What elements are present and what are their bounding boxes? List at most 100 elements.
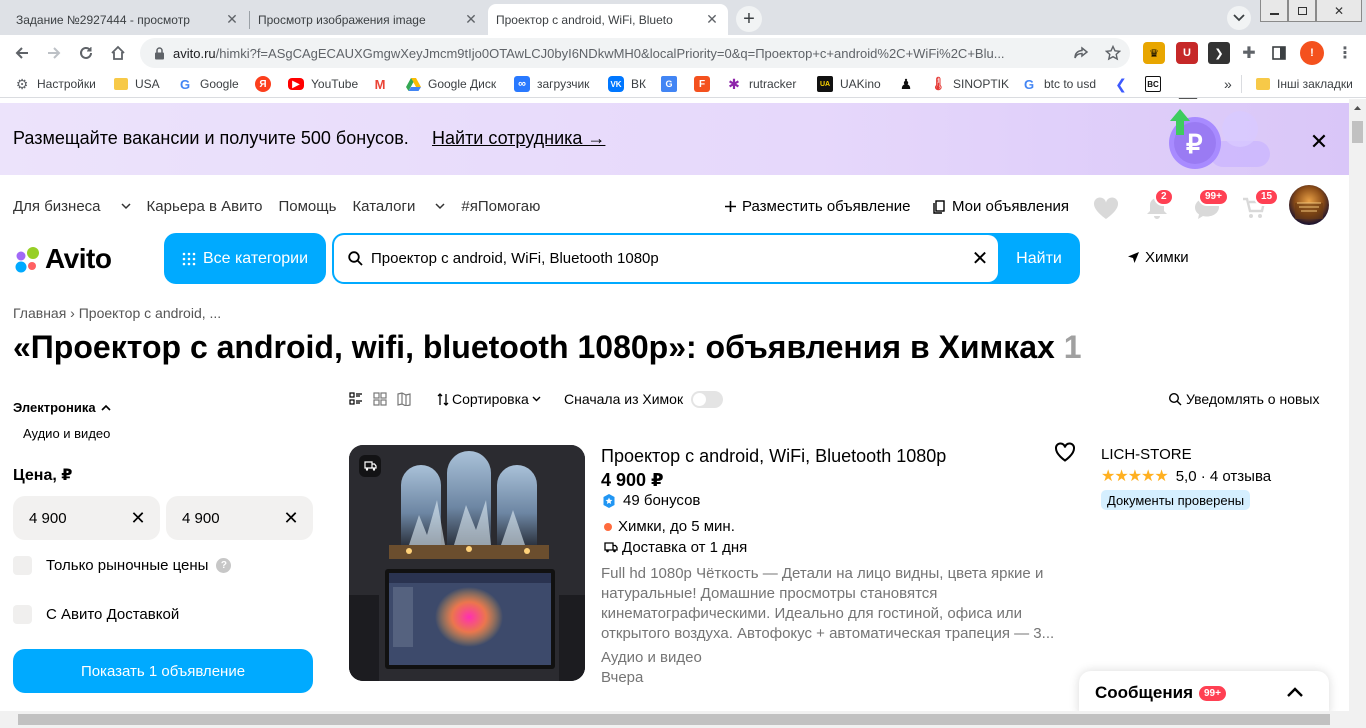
extension-2-icon[interactable]: U — [1176, 42, 1198, 64]
bookmark-youtube[interactable]: ▶ YouTube — [288, 75, 358, 93]
user-avatar[interactable] — [1289, 185, 1329, 225]
tab-search-button[interactable] — [1227, 6, 1251, 30]
find-employee-link[interactable]: Найти сотрудника → — [432, 128, 605, 149]
list-view-icon[interactable] — [349, 392, 363, 406]
messages-widget[interactable]: Сообщения 99+ — [1079, 671, 1329, 711]
vertical-scrollbar[interactable] — [1349, 99, 1366, 711]
horizontal-scrollbar[interactable] — [0, 711, 1366, 728]
price-to-field[interactable]: ✕ — [166, 496, 313, 540]
sort-dropdown[interactable]: Сортировка — [437, 389, 541, 409]
bookmark-gmail[interactable]: M — [372, 75, 395, 93]
bookmark-vk[interactable]: VK ВК — [608, 75, 646, 93]
bookmark-f[interactable]: F — [694, 75, 717, 93]
bookmark-btc-to-usd[interactable]: Gbtc to usd — [1021, 75, 1096, 93]
back-button[interactable] — [8, 39, 36, 67]
post-ad-button[interactable]: Разместить объявление — [724, 198, 910, 215]
close-tab-icon[interactable]: ✕ — [463, 11, 479, 28]
filter-category-electronics[interactable]: Электроника — [13, 400, 111, 415]
favorites-button[interactable] — [1091, 193, 1121, 223]
avito-delivery-checkbox[interactable]: С Авито Доставкой — [13, 605, 179, 624]
all-categories-button[interactable]: Все категории — [164, 233, 326, 284]
nav-i-help[interactable]: #яПомогаю — [461, 198, 540, 215]
location-selector[interactable]: Химки — [1127, 249, 1189, 266]
grid-view-icon[interactable] — [373, 392, 387, 406]
minimize-button[interactable] — [1260, 0, 1288, 22]
my-ads-button[interactable]: Мои объявления — [933, 198, 1069, 215]
checkbox-box[interactable] — [13, 556, 32, 575]
bookmark-google[interactable]: G Google — [177, 75, 239, 93]
clear-price-from-icon[interactable]: ✕ — [128, 508, 148, 528]
bookmark-yandex[interactable]: Я — [255, 75, 278, 93]
browser-tab-3-active[interactable]: Проектор с android, WiFi, Blueto ✕ — [488, 4, 728, 35]
breadcrumb[interactable]: Главная › Проектор с android, ... — [13, 305, 221, 321]
bookmark-blue[interactable]: ❮ — [1113, 75, 1136, 93]
bookmark-translate[interactable]: G — [661, 75, 684, 93]
restore-icon — [1297, 6, 1307, 15]
market-price-checkbox[interactable]: Только рыночные цены ? — [13, 556, 232, 575]
first-from-khimki-toggle-row[interactable]: Сначала из Химок — [564, 389, 724, 409]
close-tab-icon[interactable]: ✕ — [224, 11, 240, 28]
browser-tab-1[interactable]: SP Задание №2927444 - просмотр ✕ — [8, 4, 248, 35]
first-from-khimki-toggle[interactable] — [691, 390, 724, 408]
share-icon[interactable] — [1066, 45, 1096, 61]
chevron-down-icon — [532, 396, 541, 402]
close-banner-button[interactable]: ✕ — [1306, 129, 1332, 155]
filter-subcategory-audio-video[interactable]: Аудио и видео — [23, 426, 110, 441]
nav-for-business[interactable]: Для бизнеса — [13, 198, 131, 215]
listing-photo[interactable] — [349, 445, 585, 681]
home-button[interactable] — [104, 39, 132, 67]
nav-catalogs[interactable]: Каталоги — [352, 198, 445, 215]
nav-career[interactable]: Карьера в Авито — [147, 198, 263, 215]
profile-avatar[interactable]: ! — [1300, 41, 1324, 65]
browser-tab-2[interactable]: Просмотр изображения image ✕ — [250, 4, 487, 35]
horizontal-scroll-thumb[interactable] — [18, 714, 1330, 725]
messages-widget-label: Сообщения — [1095, 683, 1193, 702]
checkbox-box[interactable] — [13, 605, 32, 624]
close-window-button[interactable]: ✕ — [1316, 0, 1362, 22]
browser-menu-icon[interactable]: ⋮ — [1334, 42, 1356, 64]
reload-button[interactable] — [72, 39, 100, 67]
search-input[interactable] — [371, 250, 962, 267]
seller-rating[interactable]: ★★★★★ 5,0 · 4 отзыва — [1101, 466, 1271, 486]
bookmark-chess[interactable]: ♟ — [898, 75, 921, 93]
restore-button[interactable] — [1288, 0, 1316, 22]
vertical-scroll-thumb[interactable] — [1352, 121, 1363, 143]
close-tab-icon[interactable]: ✕ — [704, 11, 720, 28]
nav-help[interactable]: Помощь — [279, 198, 337, 215]
bookmark-uakino[interactable]: UA UAKino — [817, 75, 881, 93]
address-bar[interactable]: avito.ru/himki?f=ASgCAgECAUXGmgwXeyJmcm9… — [140, 38, 1130, 68]
bookmark-settings[interactable]: ⚙ Настройки — [14, 75, 96, 93]
view-mode-switcher — [349, 389, 411, 409]
seller-name[interactable]: LICH-STORE — [1101, 446, 1192, 463]
clear-price-to-icon[interactable]: ✕ — [281, 508, 301, 528]
other-bookmarks-folder[interactable]: Інші закладки — [1256, 75, 1353, 93]
extension-1-icon[interactable]: ♛ — [1143, 42, 1165, 64]
notify-new-button[interactable]: Уведомлять о новых — [1168, 389, 1320, 409]
forward-button[interactable] — [40, 39, 68, 67]
more-bookmarks-button[interactable]: » — [1224, 75, 1232, 93]
bookmark-sinoptik[interactable]: 🌡 SINOPTIK — [930, 75, 1009, 93]
side-panel-icon[interactable] — [1268, 42, 1290, 64]
avito-logo[interactable]: Avito — [13, 243, 112, 275]
price-to-input[interactable] — [182, 509, 272, 527]
bookmark-loader[interactable]: ∞ загрузчик — [514, 75, 589, 93]
bookmark-star-icon[interactable] — [1096, 45, 1130, 61]
scroll-up-arrow-icon[interactable] — [1349, 99, 1366, 116]
price-from-field[interactable]: ✕ — [13, 496, 160, 540]
search-submit-button[interactable]: Найти — [1000, 235, 1078, 282]
bookmark-bc[interactable]: BC — [1145, 75, 1168, 93]
chevron-up-icon[interactable] — [1283, 681, 1307, 705]
bookmark-google-drive[interactable]: Google Диск — [405, 75, 496, 93]
extension-3-icon[interactable]: ❯ — [1208, 42, 1230, 64]
add-to-favorites-button[interactable] — [1054, 442, 1076, 464]
bookmark-usa[interactable]: USA — [114, 75, 160, 93]
show-results-button[interactable]: Показать 1 объявление — [13, 649, 313, 693]
new-tab-button[interactable]: + — [736, 6, 762, 32]
bookmark-rutracker[interactable]: ✱ rutracker — [726, 75, 796, 93]
price-from-input[interactable] — [29, 509, 119, 527]
extensions-puzzle-icon[interactable]: ✚ — [1238, 42, 1260, 64]
listing-title[interactable]: Проектор с android, WiFi, Bluetooth 1080… — [601, 446, 946, 467]
map-view-icon[interactable] — [397, 392, 411, 406]
clear-search-button[interactable]: ✕ — [962, 241, 998, 277]
help-icon[interactable]: ? — [216, 558, 232, 573]
